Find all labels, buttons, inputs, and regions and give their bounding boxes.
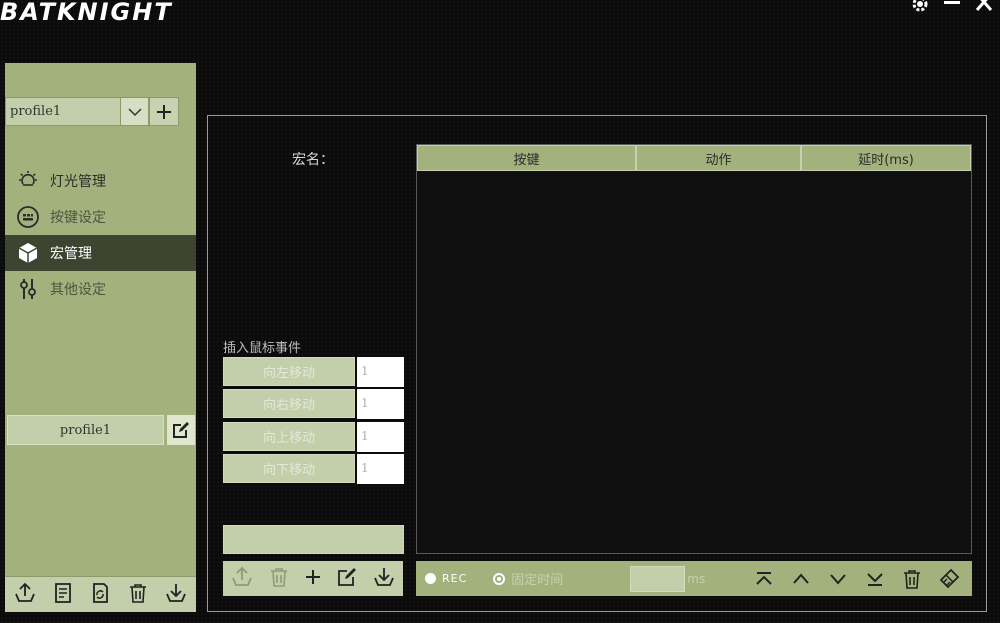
ms-unit-label: ms <box>687 571 706 586</box>
nav-item-key-settings[interactable]: 按键设定 <box>5 199 196 235</box>
radio-icon <box>425 573 436 584</box>
trash-icon[interactable] <box>127 582 149 608</box>
column-header-action[interactable]: 动作 <box>636 145 801 171</box>
insert-mouse-event-label: 插入鼠标事件 <box>223 341 302 356</box>
profile-toolbar <box>5 576 196 612</box>
export-icon[interactable] <box>13 581 37 609</box>
column-header-key[interactable]: 按键 <box>417 145 636 171</box>
move-up-row: 向上移动 1 <box>223 422 404 452</box>
macro-name-input[interactable] <box>223 525 404 554</box>
sidebar: profile1 灯光管理 按键设定 宏管理 其他设定 profile1 <box>5 63 196 612</box>
chevron-down-icon[interactable] <box>120 98 148 125</box>
document-icon[interactable] <box>52 582 74 608</box>
move-to-top-icon[interactable] <box>753 571 775 587</box>
row-actions <box>753 568 960 590</box>
move-right-button[interactable]: 向右移动 <box>223 389 355 418</box>
nav-item-lighting[interactable]: 灯光管理 <box>5 163 196 199</box>
clear-all-icon[interactable] <box>938 568 960 590</box>
profile-select[interactable]: profile1 <box>5 97 149 126</box>
nav-item-macro[interactable]: 宏管理 <box>5 235 196 271</box>
add-macro-icon[interactable] <box>304 568 322 590</box>
move-down-input[interactable]: 1 <box>357 454 404 484</box>
macro-list-toolbar <box>223 561 403 596</box>
rec-radio[interactable]: REC <box>425 572 467 585</box>
bulb-icon <box>15 168 41 194</box>
move-to-bottom-icon[interactable] <box>864 571 886 587</box>
move-down-button[interactable]: 向下移动 <box>223 454 355 483</box>
minimize-icon[interactable] <box>942 0 962 14</box>
rename-macro-icon[interactable] <box>336 566 358 592</box>
refresh-icon[interactable] <box>89 582 111 608</box>
nav-item-label: 按键设定 <box>50 210 106 226</box>
fixed-time-radio[interactable]: 固定时间 <box>493 569 563 588</box>
app-logo: BATKNIGHT <box>0 0 173 26</box>
import-macro-icon[interactable] <box>372 565 396 593</box>
move-up-button[interactable]: 向上移动 <box>223 422 355 451</box>
nav-item-label: 灯光管理 <box>50 174 106 190</box>
nav-item-label: 宏管理 <box>50 246 92 262</box>
move-right-row: 向右移动 1 <box>223 389 404 419</box>
radio-selected-icon <box>493 572 506 585</box>
edit-icon <box>173 422 189 438</box>
column-header-delay[interactable]: 延时(ms) <box>801 145 971 171</box>
move-up-icon[interactable] <box>790 571 812 587</box>
move-down-row: 向下移动 1 <box>223 454 404 484</box>
fixed-time-label: 固定时间 <box>511 573 564 588</box>
add-profile-button[interactable] <box>149 97 179 126</box>
gear-icon[interactable] <box>910 0 930 14</box>
macro-panel: 宏名： 按键 动作 延时(ms) 插入鼠标事件 向左移动 1 向右移动 1 向上… <box>207 115 987 612</box>
import-icon[interactable] <box>164 581 188 609</box>
nav-item-label: 其他设定 <box>50 282 106 298</box>
export-macro-icon[interactable] <box>230 565 254 593</box>
profile-select-value: profile1 <box>10 104 62 119</box>
rec-label: REC <box>442 572 468 585</box>
window-controls <box>910 0 994 14</box>
close-icon[interactable] <box>974 0 994 14</box>
cube-icon <box>15 240 41 266</box>
move-down-icon[interactable] <box>827 571 849 587</box>
recording-toolbar: REC 固定时间 ms <box>416 561 972 596</box>
move-left-row: 向左移动 1 <box>223 357 404 387</box>
move-up-input[interactable]: 1 <box>357 422 404 452</box>
fixed-delay-input[interactable] <box>630 565 686 592</box>
macro-table[interactable]: 按键 动作 延时(ms) <box>416 144 972 554</box>
sliders-icon <box>15 276 41 302</box>
move-left-input[interactable]: 1 <box>357 357 404 387</box>
edit-profile-button[interactable] <box>167 415 195 445</box>
plus-icon <box>157 104 171 119</box>
nav-item-other-settings[interactable]: 其他设定 <box>5 271 196 307</box>
macro-name-label: 宏名： <box>292 152 334 168</box>
delete-macro-icon[interactable] <box>268 566 290 592</box>
delete-row-icon[interactable] <box>901 568 923 590</box>
move-left-button[interactable]: 向左移动 <box>223 357 355 386</box>
nav-menu: 灯光管理 按键设定 宏管理 其他设定 <box>5 163 196 307</box>
move-right-input[interactable]: 1 <box>357 389 404 419</box>
keyboard-icon <box>15 204 41 230</box>
table-header: 按键 动作 延时(ms) <box>417 145 971 171</box>
profile-name-field[interactable]: profile1 <box>7 415 164 445</box>
